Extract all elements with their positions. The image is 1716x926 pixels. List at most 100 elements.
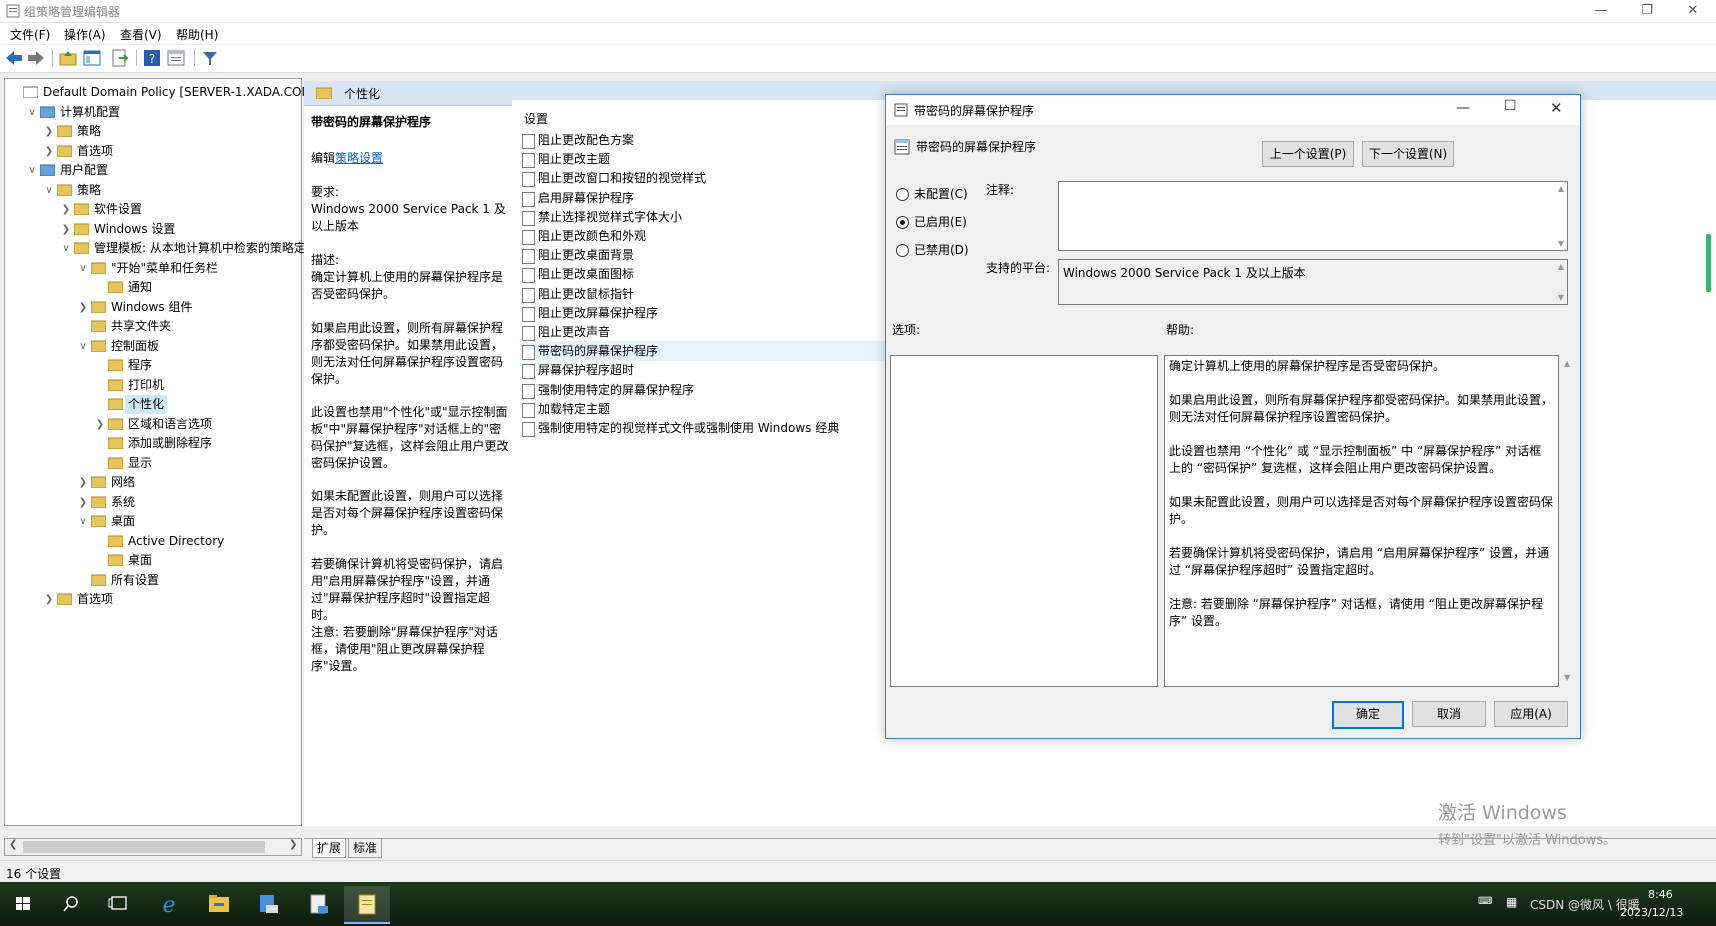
tab-standard[interactable]: 标准 xyxy=(348,839,383,858)
activation-watermark: 激活 Windows 转到"设置"以激活 Windows。 xyxy=(1438,798,1616,848)
expanded-chevron-icon[interactable]: ∨ xyxy=(43,181,55,200)
collapsed-chevron-icon[interactable]: ❯ xyxy=(43,590,55,609)
policy-management-icon[interactable] xyxy=(296,886,342,922)
menu-file[interactable]: 文件(F) xyxy=(10,26,50,43)
tree-node-label: 区域和语言选项 xyxy=(128,416,213,431)
tree-node-label: 首选项 xyxy=(77,592,114,606)
internet-explorer-icon[interactable]: e xyxy=(146,886,192,922)
policy-setting-icon xyxy=(522,210,535,226)
all-settings-icon xyxy=(91,574,106,586)
tree-node-label: 系统 xyxy=(111,494,136,509)
tray-network-icon[interactable]: ▦ xyxy=(1506,895,1517,909)
folder-icon xyxy=(108,457,123,469)
help-paragraph: 如果启用此设置，则所有屏幕保护程序都受密码保护。如果禁用此设置，则无法对任何屏幕… xyxy=(1169,393,1554,424)
requirements-value: Windows 2000 Service Pack 1 及以上版本 xyxy=(311,202,506,233)
folder-icon xyxy=(316,87,332,99)
options-pane[interactable] xyxy=(890,355,1158,687)
back-icon[interactable] xyxy=(4,48,24,68)
collapsed-chevron-icon[interactable]: ❯ xyxy=(94,415,106,434)
tray-keyboard-icon[interactable]: ⌨ xyxy=(1478,896,1492,907)
start-icon[interactable] xyxy=(0,886,46,922)
ok-button[interactable]: 确定 xyxy=(1332,701,1404,729)
forward-icon[interactable] xyxy=(26,48,46,68)
file-explorer-icon[interactable] xyxy=(196,886,242,922)
taskbar-active-editor[interactable] xyxy=(344,886,390,924)
menu-action[interactable]: 操作(A) xyxy=(64,26,106,43)
radio-disabled[interactable]: 已禁用(D) xyxy=(896,241,976,259)
expanded-chevron-icon[interactable]: ∨ xyxy=(77,337,89,356)
scroll-right-icon[interactable]: ❯ xyxy=(289,839,297,850)
radio-enabled[interactable]: 已启用(E) xyxy=(896,213,976,231)
export-list-icon[interactable] xyxy=(110,48,130,68)
clock-time[interactable]: 8:46 xyxy=(1648,888,1673,901)
scroll-thumb[interactable] xyxy=(23,841,265,853)
help-scroll-down-icon[interactable]: ▼ xyxy=(1564,673,1570,682)
setting-row[interactable]: 带密码的屏幕保护程序 xyxy=(520,341,890,362)
vertical-scroll-indicator[interactable] xyxy=(1706,234,1711,292)
server-manager-icon[interactable] xyxy=(246,886,292,922)
expanded-chevron-icon[interactable]: ∨ xyxy=(77,512,89,531)
dialog-minimize-button[interactable]: — xyxy=(1456,100,1470,116)
setting-label: 阻止更改桌面背景 xyxy=(538,248,635,263)
folder-icon xyxy=(91,340,106,352)
collapsed-chevron-icon[interactable]: ❯ xyxy=(60,200,72,219)
scroll-up-icon[interactable]: ▲ xyxy=(1558,262,1564,271)
show-hide-tree-icon[interactable] xyxy=(82,48,102,68)
collapsed-chevron-icon[interactable]: ❯ xyxy=(77,493,89,512)
clock-date[interactable]: 2023/12/13 xyxy=(1620,906,1683,919)
scroll-left-icon[interactable]: ❮ xyxy=(9,839,17,850)
help-scroll-up-icon[interactable]: ▲ xyxy=(1564,359,1570,368)
expanded-chevron-icon[interactable]: ∨ xyxy=(26,161,38,180)
expanded-chevron-icon[interactable]: ∨ xyxy=(26,103,38,122)
dialog-close-button[interactable]: ✕ xyxy=(1550,99,1563,117)
settings-column-header[interactable]: 设置 xyxy=(524,110,548,127)
previous-setting-button[interactable]: 上一个设置(P) xyxy=(1262,141,1354,167)
policy-scroll-icon xyxy=(23,86,38,98)
maximize-button[interactable]: ❐ xyxy=(1624,0,1670,22)
tree-node-label: 通知 xyxy=(128,280,153,294)
next-setting-button[interactable]: 下一个设置(N) xyxy=(1362,141,1454,167)
tree-horizontal-scrollbar[interactable]: ❮ ❯ xyxy=(4,838,302,856)
edit-policy-link[interactable]: 策略设置 xyxy=(335,151,383,165)
expanded-chevron-icon[interactable]: ∨ xyxy=(60,239,72,258)
options-label: 选项: xyxy=(892,323,921,337)
properties-icon[interactable] xyxy=(166,48,186,68)
menu-view[interactable]: 查看(V) xyxy=(120,26,162,43)
scroll-up-icon[interactable]: ▲ xyxy=(1558,184,1564,193)
status-bar: 16 个设置 xyxy=(0,860,1716,883)
comment-label: 注释: xyxy=(986,183,1015,197)
tree-node-label: 控制面板 xyxy=(111,338,160,353)
cancel-button[interactable]: 取消 xyxy=(1412,701,1486,727)
dialog-maximize-button[interactable]: ☐ xyxy=(1504,98,1517,114)
tree-node-label: 显示 xyxy=(128,455,153,470)
tree-node-label: 策略 xyxy=(77,182,102,197)
expanded-chevron-icon[interactable]: ∨ xyxy=(77,259,89,278)
comment-textarea[interactable]: ▲ ▼ xyxy=(1058,181,1568,251)
scroll-down-icon[interactable]: ▼ xyxy=(1558,239,1564,248)
platform-value: Windows 2000 Service Pack 1 及以上版本 xyxy=(1063,266,1306,280)
folder-icon xyxy=(91,496,106,508)
menu-help[interactable]: 帮助(H) xyxy=(176,26,218,43)
folder-icon xyxy=(108,398,123,410)
collapsed-chevron-icon[interactable]: ❯ xyxy=(43,122,55,141)
task-view-icon[interactable] xyxy=(96,886,142,922)
tab-extended[interactable]: 扩展 xyxy=(312,839,347,858)
tree-node-label: 桌面 xyxy=(111,514,136,528)
collapsed-chevron-icon[interactable]: ❯ xyxy=(60,220,72,239)
up-folder-icon[interactable] xyxy=(58,48,78,68)
minimize-button[interactable]: — xyxy=(1578,0,1624,22)
policy-setting-icon xyxy=(522,287,535,303)
collapsed-chevron-icon[interactable]: ❯ xyxy=(77,298,89,317)
policy-setting-icon xyxy=(522,230,535,245)
search-icon[interactable] xyxy=(48,886,94,922)
radio-not-configured[interactable]: 未配置(C) xyxy=(896,185,976,203)
collapsed-chevron-icon[interactable]: ❯ xyxy=(77,473,89,492)
apply-button[interactable]: 应用(A) xyxy=(1494,701,1568,727)
setting-label: 阻止更改窗口和按钮的视觉样式 xyxy=(538,171,707,186)
close-button[interactable]: ✕ xyxy=(1670,0,1716,22)
description-title: 带密码的屏幕保护程序 xyxy=(311,115,432,129)
help-icon[interactable]: ? xyxy=(142,48,162,68)
filter-icon[interactable] xyxy=(200,48,220,68)
collapsed-chevron-icon[interactable]: ❯ xyxy=(43,142,55,161)
scroll-down-icon[interactable]: ▼ xyxy=(1558,293,1564,302)
